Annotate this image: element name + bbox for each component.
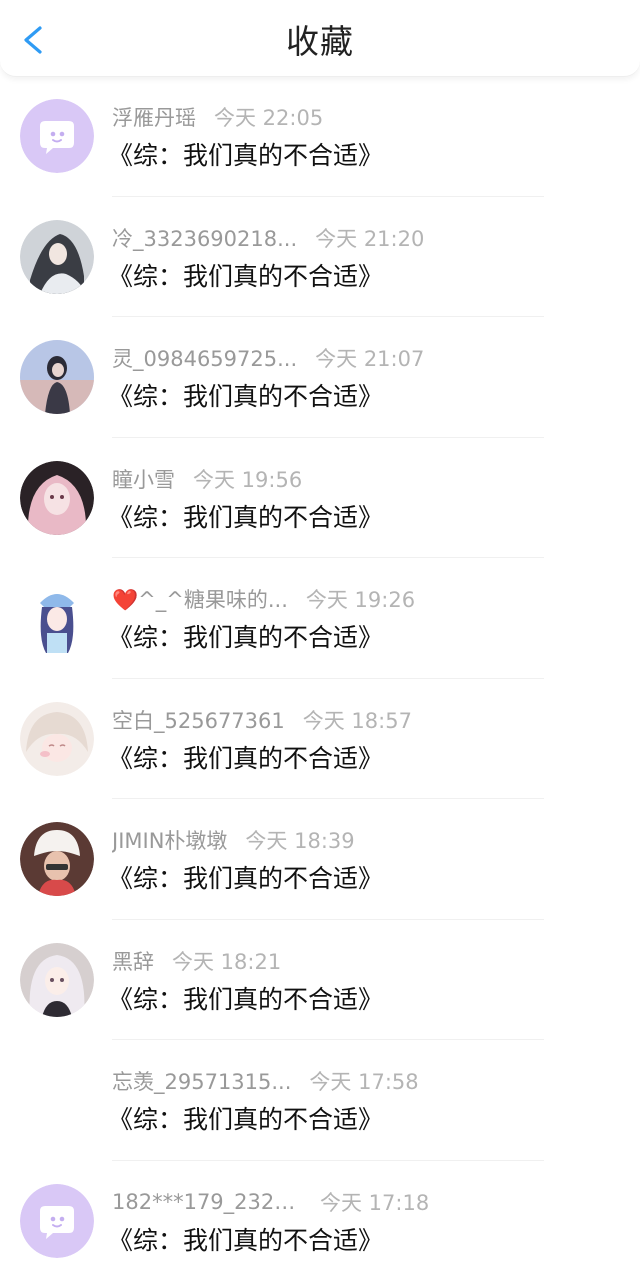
default-chat-avatar-icon[interactable]: [20, 1183, 94, 1258]
user-avatar[interactable]: [20, 822, 94, 896]
item-meta: 182***179_2322... 今天 17:18: [112, 1187, 429, 1217]
user-avatar[interactable]: [20, 340, 94, 414]
list-item[interactable]: 灵_0984659725... 今天 21:07 《综：我们真的不合适》: [0, 317, 640, 438]
page-title: 收藏: [286, 22, 354, 61]
timestamp: 今天 22:05: [214, 106, 324, 130]
timestamp: 今天 18:21: [172, 949, 282, 974]
item-meta: 浮雁丹瑶 今天 22:05: [112, 102, 323, 132]
item-meta: 瞳小雪 今天 19:56: [112, 464, 302, 494]
item-meta: JIMIN朴墩墩 今天 18:39: [112, 825, 355, 855]
book-title[interactable]: 《综：我们真的不合适》: [108, 982, 383, 1018]
list-item[interactable]: JIMIN朴墩墩 今天 18:39 《综：我们真的不合适》: [0, 799, 640, 920]
timestamp: 今天 18:57: [302, 708, 412, 733]
item-meta: 灵_0984659725... 今天 21:07: [112, 343, 424, 373]
timestamp: 今天 19:26: [305, 588, 416, 612]
username[interactable]: 灵_0984659725...: [112, 343, 297, 373]
timestamp: 今天 17:18: [320, 1190, 430, 1215]
list-item[interactable]: 冷_3323690218... 今天 21:20 《综：我们真的不合适》: [0, 197, 640, 317]
timestamp: 今天 17:58: [309, 1070, 419, 1094]
username[interactable]: 黑辞: [112, 946, 154, 976]
username[interactable]: ❤️^_^糖果味的...: [112, 584, 288, 614]
item-meta: 冷_3323690218... 今天 21:20: [112, 223, 424, 253]
item-meta: 忘羡_29571315... 今天 17:58: [112, 1066, 419, 1096]
book-title[interactable]: 《综：我们真的不合适》: [108, 1102, 383, 1138]
username[interactable]: 182***179_2322...: [112, 1190, 302, 1214]
user-avatar[interactable]: [20, 219, 94, 294]
favorites-list: 浮雁丹瑶 今天 22:05 《综：我们真的不合适》 冷_3323690218..…: [0, 76, 640, 1276]
list-item[interactable]: 瞳小雪 今天 19:56 《综：我们真的不合适》: [0, 438, 640, 558]
list-item[interactable]: ❤️^_^糖果味的... 今天 19:26 《综：我们真的不合适》: [0, 558, 640, 679]
book-title[interactable]: 《综：我们真的不合适》: [108, 1223, 383, 1259]
book-title[interactable]: 《综：我们真的不合适》: [108, 500, 383, 536]
book-title[interactable]: 《综：我们真的不合适》: [108, 620, 383, 656]
book-title[interactable]: 《综：我们真的不合适》: [108, 861, 383, 897]
item-meta: ❤️^_^糖果味的... 今天 19:26: [112, 584, 415, 614]
username[interactable]: 瞳小雪: [112, 464, 175, 494]
item-meta: 黑辞 今天 18:21: [112, 946, 281, 976]
timestamp: 今天 19:56: [193, 467, 303, 492]
list-item[interactable]: 空白_525677361 今天 18:57 《综：我们真的不合适》: [0, 679, 640, 799]
user-avatar[interactable]: [20, 942, 94, 1017]
book-title[interactable]: 《综：我们真的不合适》: [108, 138, 383, 174]
username[interactable]: 忘羡_29571315...: [112, 1066, 291, 1096]
list-item[interactable]: 黑辞 今天 18:21 《综：我们真的不合适》: [0, 920, 640, 1040]
user-avatar[interactable]: [20, 581, 94, 655]
book-title[interactable]: 《综：我们真的不合适》: [108, 379, 383, 415]
default-chat-avatar-icon[interactable]: [20, 99, 94, 173]
username[interactable]: 冷_3323690218...: [112, 223, 297, 253]
username[interactable]: JIMIN朴墩墩: [112, 825, 227, 855]
username[interactable]: 浮雁丹瑶: [112, 102, 196, 132]
book-title[interactable]: 《综：我们真的不合适》: [108, 741, 383, 777]
user-avatar[interactable]: [20, 460, 94, 535]
username[interactable]: 空白_525677361: [112, 705, 285, 735]
item-meta: 空白_525677361 今天 18:57: [112, 705, 412, 735]
top-bar: 收藏: [0, 0, 640, 77]
timestamp: 今天 21:07: [315, 347, 425, 371]
list-item[interactable]: 忘羡_29571315... 今天 17:58 《综：我们真的不合适》: [0, 1040, 640, 1161]
timestamp: 今天 21:20: [315, 226, 425, 251]
book-title[interactable]: 《综：我们真的不合适》: [108, 259, 383, 295]
list-item[interactable]: 浮雁丹瑶 今天 22:05 《综：我们真的不合适》: [0, 76, 640, 197]
timestamp: 今天 18:39: [245, 829, 355, 853]
list-item[interactable]: 182***179_2322... 今天 17:18 《综：我们真的不合适》: [0, 1161, 640, 1276]
user-avatar[interactable]: [20, 701, 94, 776]
